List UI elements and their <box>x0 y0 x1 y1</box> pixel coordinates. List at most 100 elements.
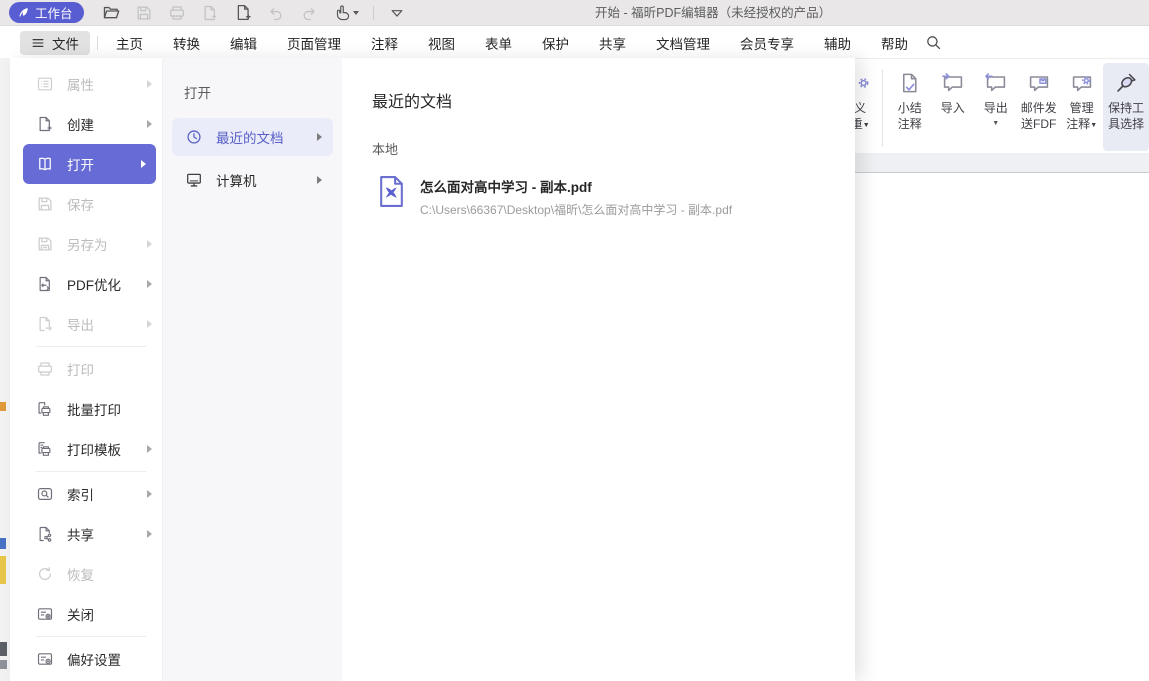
sidebar-item-create[interactable]: 创建 <box>10 104 162 144</box>
file-menu-overlay: 属性 创建 打开 保存 另存为 PDF优化 导出 <box>10 58 855 681</box>
open-item-computer[interactable]: 计算机 <box>172 161 333 199</box>
submenu-arrow-icon <box>147 280 152 288</box>
import-comments-icon <box>941 71 965 95</box>
dropdown-caret-icon: ▼ <box>992 116 999 132</box>
background-page-fragment <box>0 402 6 411</box>
background-page-fragment <box>0 556 6 584</box>
background-page-fragment <box>0 538 6 549</box>
menu-divider <box>36 346 146 347</box>
email-fdf-icon <box>1027 71 1051 95</box>
sidebar-item-preferences[interactable]: 偏好设置 <box>10 639 162 679</box>
open-icon <box>36 155 54 173</box>
tab-file[interactable]: 文件 <box>20 31 90 55</box>
tab-protect[interactable]: 保护 <box>527 33 584 53</box>
workbench-label: 工作台 <box>35 3 73 22</box>
search-icon[interactable] <box>925 34 942 51</box>
sidebar-item-batch-print[interactable]: 批量打印 <box>10 389 162 429</box>
dropdown-caret-icon: ▼ <box>1090 122 1097 129</box>
sidebar-item-label: 关闭 <box>67 604 94 624</box>
tab-share[interactable]: 共享 <box>584 33 641 53</box>
foxit-pdf-file-icon <box>378 175 405 208</box>
dropdown-caret-icon: ▼ <box>863 122 870 129</box>
tab-home[interactable]: 主页 <box>101 33 158 53</box>
button-label: 管理 <box>1070 100 1094 116</box>
sidebar-item-share[interactable]: 共享 <box>10 514 162 554</box>
submenu-arrow-icon <box>141 160 146 168</box>
tab-help[interactable]: 帮助 <box>866 33 923 53</box>
hand-tool-button[interactable] <box>333 4 359 22</box>
tab-accessibility[interactable]: 辅助 <box>809 33 866 53</box>
sidebar-item-label: 导出 <box>67 314 94 334</box>
import-comments-button[interactable]: 导入 <box>931 63 974 116</box>
customize-toolbar-icon[interactable] <box>388 3 407 22</box>
button-label: 小结 <box>898 100 922 116</box>
tab-page-management[interactable]: 页面管理 <box>272 33 356 53</box>
sidebar-item-export[interactable]: 导出 <box>10 304 162 344</box>
open-item-recent-documents[interactable]: 最近的文档 <box>172 118 333 156</box>
sidebar-item-save[interactable]: 保存 <box>10 184 162 224</box>
print-icon[interactable] <box>168 3 187 22</box>
summary-comments-icon <box>898 71 922 95</box>
file-name: 怎么面对高中学习 - 副本.pdf <box>420 176 732 196</box>
sidebar-item-save-as[interactable]: 另存为 <box>10 224 162 264</box>
sidebar-item-pdf-optimize[interactable]: PDF优化 <box>10 264 162 304</box>
submenu-arrow-icon <box>317 176 322 184</box>
hand-tool-icon <box>333 4 351 22</box>
sidebar-item-label: 恢复 <box>67 564 94 584</box>
computer-icon <box>185 171 203 189</box>
sidebar-item-label: 创建 <box>67 114 94 134</box>
redo-icon[interactable] <box>300 3 319 22</box>
title-bar: 工作台 开始 - 福昕PDF编辑器（未经授权的产品） <box>0 0 1149 26</box>
background-page-strip <box>0 58 10 681</box>
sidebar-item-label: 属性 <box>67 74 94 94</box>
ribbon-bottom-strip <box>855 153 1149 173</box>
ribbon-separator <box>882 69 883 147</box>
sidebar-item-index[interactable]: 索引 <box>10 474 162 514</box>
summary-comments-button[interactable]: 小结 注释 <box>888 63 931 132</box>
properties-icon <box>36 75 54 93</box>
tab-member-exclusive[interactable]: 会员专享 <box>725 33 809 53</box>
menu-bar: 文件 主页 转换 编辑 页面管理 注释 视图 表单 保护 共享 文档管理 会员专… <box>0 27 1149 58</box>
comment-ribbon: 义 重▼ 小结 注释 导入 导出 ▼ 邮件发 送FDF 管理 注释▼ <box>843 58 1149 153</box>
copy-page-icon[interactable] <box>201 3 220 22</box>
tab-convert[interactable]: 转换 <box>158 33 215 53</box>
sidebar-item-open[interactable]: 打开 <box>23 144 156 184</box>
sidebar-item-restore[interactable]: 恢复 <box>10 554 162 594</box>
manage-comments-icon <box>1070 71 1094 95</box>
close-icon <box>36 605 54 623</box>
save-icon[interactable] <box>135 3 154 22</box>
ribbon-partial-label-line1: 义 <box>854 100 866 116</box>
save-icon <box>36 195 54 213</box>
tab-comment[interactable]: 注释 <box>356 33 413 53</box>
file-path: C:\Users\66367\Desktop\福昕\怎么面对高中学习 - 副本.… <box>420 201 732 218</box>
create-icon <box>36 115 54 133</box>
tab-document-management[interactable]: 文档管理 <box>641 33 725 53</box>
menu-separator <box>97 36 98 50</box>
hand-tool-dropdown-caret-icon[interactable] <box>353 11 359 15</box>
restore-icon <box>36 565 54 583</box>
open-panel-header: 打开 <box>163 58 342 118</box>
sidebar-item-properties[interactable]: 属性 <box>10 64 162 104</box>
recent-file-item[interactable]: 怎么面对高中学习 - 副本.pdf C:\Users\66367\Desktop… <box>378 175 732 218</box>
email-fdf-button[interactable]: 邮件发 送FDF <box>1017 63 1060 132</box>
file-tab-label: 文件 <box>52 33 79 53</box>
workbench-button[interactable]: 工作台 <box>9 2 84 23</box>
submenu-arrow-icon <box>147 80 152 88</box>
new-document-icon[interactable] <box>234 3 253 22</box>
sidebar-item-print-template[interactable]: 打印模板 <box>10 429 162 469</box>
share-icon <box>36 525 54 543</box>
tab-edit[interactable]: 编辑 <box>215 33 272 53</box>
open-folder-icon[interactable] <box>102 3 121 22</box>
export-comments-button[interactable]: 导出 ▼ <box>974 63 1017 132</box>
sidebar-item-close[interactable]: 关闭 <box>10 594 162 634</box>
sidebar-item-print[interactable]: 打印 <box>10 349 162 389</box>
undo-icon[interactable] <box>267 3 286 22</box>
sidebar-item-label: 偏好设置 <box>67 649 121 669</box>
tab-form[interactable]: 表单 <box>470 33 527 53</box>
submenu-arrow-icon <box>147 120 152 128</box>
manage-comments-button[interactable]: 管理 注释▼ <box>1060 63 1103 134</box>
menu-divider <box>36 471 146 472</box>
keep-tool-selected-button[interactable]: 保持工 具选择 <box>1103 63 1149 151</box>
tab-view[interactable]: 视图 <box>413 33 470 53</box>
submenu-arrow-icon <box>147 445 152 453</box>
